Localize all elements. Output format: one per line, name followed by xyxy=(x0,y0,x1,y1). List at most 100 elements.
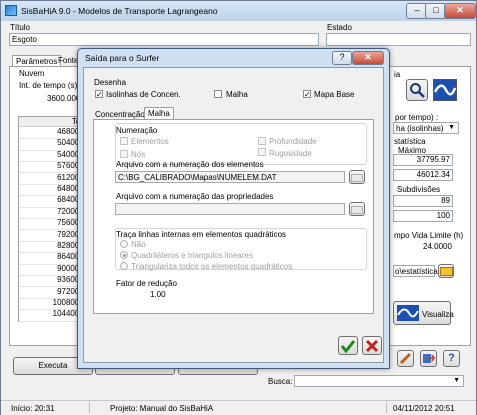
elementos-checkbox[interactable] xyxy=(120,137,128,145)
chevron-down-icon: ▼ xyxy=(448,124,455,131)
value-field-3[interactable]: 89 xyxy=(393,195,453,207)
value-1: 37795.97 xyxy=(416,155,450,164)
pencil-icon xyxy=(399,352,412,365)
value-field-4[interactable]: 100 xyxy=(393,210,453,222)
arq-elementos-field[interactable]: C:\BG_CALIBRADO\Mapas\NUMELEM.DAT xyxy=(115,171,345,183)
status-inicio: Início: 20:31 xyxy=(11,404,55,413)
value-2: 46012.34 xyxy=(416,170,450,179)
visualiza-button[interactable]: Visualiza xyxy=(393,301,454,325)
rugosidade-checkbox[interactable] xyxy=(258,148,266,156)
titulo-value: Esgoto xyxy=(12,35,37,44)
estado-field[interactable] xyxy=(326,33,471,46)
profundidade-label: Profundidade xyxy=(269,137,317,146)
status-projeto: Projeto: Manual do SisBaHiA xyxy=(110,404,214,413)
path-value: o\estatística xyxy=(395,267,438,276)
status-data: 04/11/2012 20:51 xyxy=(393,404,455,413)
surfer-logo-icon[interactable] xyxy=(433,79,457,101)
mapa-base-label: Mapa Base xyxy=(314,90,355,99)
visualiza-label: Visualiza xyxy=(422,310,454,319)
executa-label: Executa xyxy=(38,361,68,370)
dialog-tab-panel: Numeração Elementos Profundidade Nós Rug… xyxy=(93,119,374,314)
dialog-close-button[interactable]: ✕ xyxy=(352,51,384,65)
tab-fonte[interactable]: Fonte xyxy=(58,56,78,65)
arq-elementos-browse-button[interactable] xyxy=(349,170,365,184)
folder-icon xyxy=(351,206,363,214)
arq-elementos-label: Arquivo com a numeração dos elementos xyxy=(116,160,264,169)
nos-label: Nós xyxy=(131,150,146,159)
fator-value[interactable]: 1.00 xyxy=(150,290,166,299)
subdivisoes-label: Subdivisões xyxy=(397,185,441,194)
edit-button[interactable] xyxy=(397,350,414,367)
estatistica-label: statística xyxy=(394,137,426,146)
arq-propriedades-browse-button[interactable] xyxy=(349,202,365,216)
numeracao-label: Numeração xyxy=(116,126,158,135)
cancel-button[interactable] xyxy=(362,336,382,355)
arq-propriedades-field[interactable] xyxy=(115,203,345,215)
vida-limite-value: 24.0000 xyxy=(423,242,452,251)
dialog-body: Desenha ✓ Isolinhas de Concen. Malha ✓ M… xyxy=(83,67,384,363)
checkmark-icon xyxy=(340,340,356,354)
status-divider xyxy=(89,402,90,413)
value-field-2[interactable]: 46012.34 xyxy=(393,169,453,181)
value-field-1[interactable]: 37795.97 xyxy=(393,154,453,166)
busca-chevron-icon: ▼ xyxy=(453,377,460,384)
nuvem-label: Nuvem xyxy=(19,69,45,78)
mode-combo-value: ha (isolinhas) xyxy=(396,124,444,133)
export-button[interactable] xyxy=(420,350,437,367)
app-icon xyxy=(5,5,17,16)
folder-icon xyxy=(351,174,363,182)
folder-icon xyxy=(439,267,453,276)
dialog-title: Saída para o Surfer xyxy=(85,53,160,63)
malha-check-label: Malha xyxy=(226,90,248,99)
browse-folder-button[interactable] xyxy=(438,264,454,278)
help-button[interactable]: ? xyxy=(443,350,460,367)
titulo-field[interactable]: Esgoto xyxy=(9,33,319,46)
busca-combo[interactable]: ▼ xyxy=(294,375,464,387)
zoom-button[interactable] xyxy=(406,79,428,101)
malha-checkbox[interactable] xyxy=(214,90,222,98)
mapa-base-checkbox[interactable]: ✓ xyxy=(303,90,311,99)
titulo-label: Título xyxy=(10,23,31,32)
mode-combo[interactable]: ha (isolinhas) ▼ xyxy=(393,122,459,134)
desenha-label: Desenha xyxy=(94,78,127,87)
opt-nao-label: Não xyxy=(131,240,146,249)
estado-label: Estado xyxy=(327,23,352,32)
opt-triang-label: Triangulariza todos os elementos quadrát… xyxy=(131,262,293,271)
elementos-label: Elementos xyxy=(131,137,169,146)
fator-label: Fator de redução xyxy=(116,279,177,288)
nos-checkbox[interactable] xyxy=(120,150,128,158)
cross-icon xyxy=(365,339,379,353)
status-divider-2 xyxy=(386,402,387,413)
magnifier-icon xyxy=(410,83,425,98)
ok-button[interactable] xyxy=(338,336,358,355)
surfer-dialog: Saída para o Surfer ? ✕ Desenha ✓ Isolin… xyxy=(77,48,390,369)
right-tab-fragment[interactable]: ia xyxy=(394,70,400,79)
wave-icon xyxy=(433,84,457,96)
int-tempo-label: Int. de tempo (s) xyxy=(19,81,78,90)
close-button[interactable]: ✕ xyxy=(444,3,476,19)
title-bar: SisBaHiA 9.0 - Modelos de Transporte Lag… xyxy=(1,1,476,21)
por-tempo-label: por tempo) : xyxy=(395,113,439,122)
opt-quad-radio[interactable] xyxy=(120,251,128,259)
path-field[interactable]: o\estatística xyxy=(393,265,438,277)
window-title: SisBaHiA 9.0 - Modelos de Transporte Lag… xyxy=(21,6,218,16)
dialog-help-button[interactable]: ? xyxy=(332,51,352,65)
isolinhas-label: Isolinhas de Concen. xyxy=(106,90,181,99)
arq-propriedades-label: Arquivo com a numeração das propriedades xyxy=(116,192,274,201)
export-icon xyxy=(423,354,436,363)
isolinhas-checkbox[interactable]: ✓ xyxy=(95,90,103,99)
tab-malha[interactable]: Malha xyxy=(144,107,174,119)
rugosidade-label: Rugosidade xyxy=(269,149,312,158)
tab-concentracao[interactable]: Concentração xyxy=(95,110,145,119)
arq-elementos-value: C:\BG_CALIBRADO\Mapas\NUMELEM.DAT xyxy=(118,173,277,182)
visualiza-wave-icon xyxy=(397,305,419,321)
profundidade-checkbox[interactable] xyxy=(258,137,266,145)
opt-quad-label: Quadriláteros e triangulos lineares xyxy=(131,251,253,260)
busca-label: Busca: xyxy=(268,377,293,386)
vida-limite-label: mpo Vida Limite (h) xyxy=(394,231,464,240)
traca-label: Traça linhas internas em elementos quadr… xyxy=(116,230,287,239)
opt-triang-radio[interactable] xyxy=(120,262,128,270)
opt-nao-radio[interactable] xyxy=(120,240,128,248)
value-4: 100 xyxy=(436,211,450,220)
value-3: 89 xyxy=(441,196,450,205)
